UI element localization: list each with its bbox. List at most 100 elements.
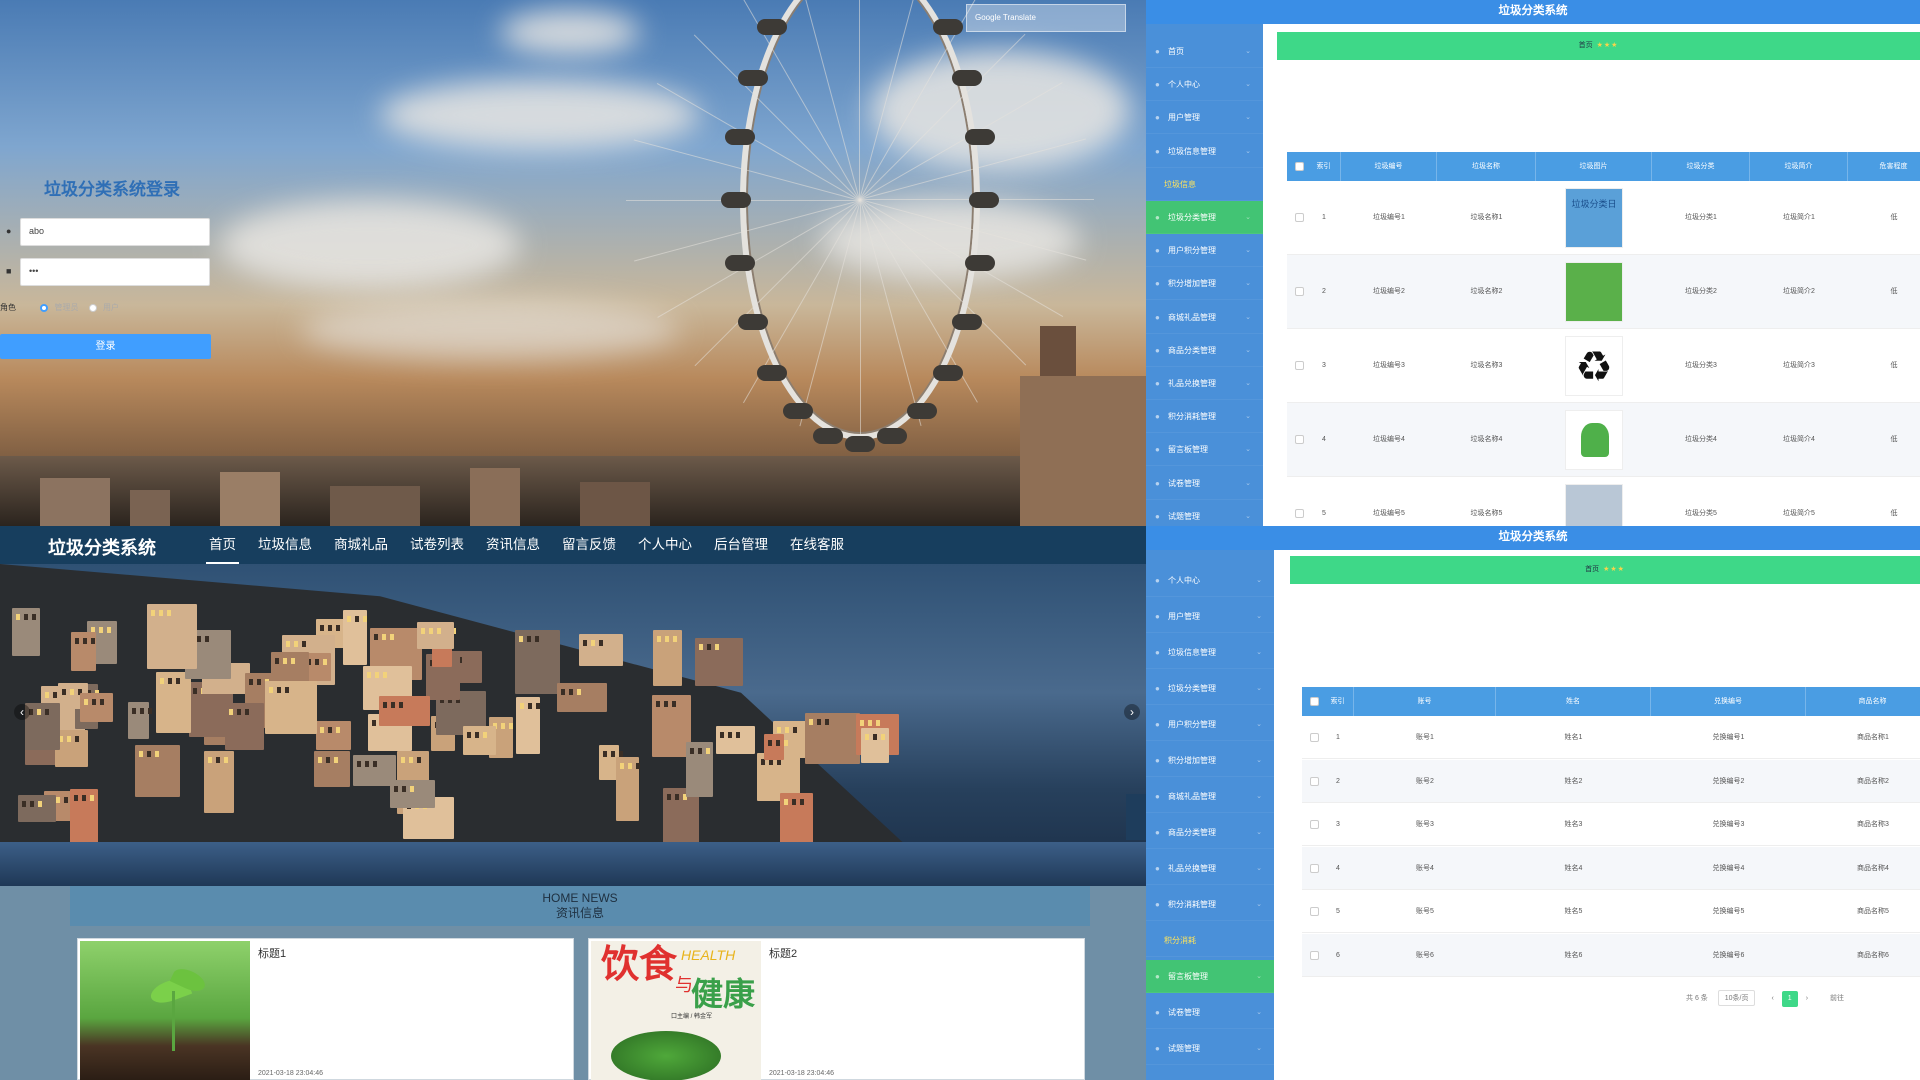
sidebar-item[interactable]: ● 商城礼品管理 ⌄ xyxy=(1146,780,1274,813)
book-title-3: 健康 xyxy=(691,976,756,1012)
column-header[interactable]: 商品名称 xyxy=(1806,687,1920,716)
column-header[interactable]: 姓名 xyxy=(1496,687,1651,716)
row-checkbox[interactable] xyxy=(1310,907,1319,917)
nav-item[interactable]: 留言反馈 xyxy=(551,526,627,564)
sidebar-item[interactable]: ● 用户管理 ⌄ xyxy=(1146,600,1274,633)
table-row[interactable]: 1 账号1 姓名1 兑换编号1 商品名称1 xyxy=(1302,716,1920,759)
nav-item[interactable]: 垃圾信息 xyxy=(247,526,323,564)
sidebar-item[interactable]: ● 礼品兑换管理 ⌄ xyxy=(1146,367,1263,400)
sidebar-item[interactable]: ● 个人中心 ⌄ xyxy=(1146,564,1274,597)
sidebar-item[interactable]: ● 礼品兑换管理 ⌄ xyxy=(1146,852,1274,885)
username-input[interactable]: abo xyxy=(20,218,210,246)
pager-page[interactable]: 1 xyxy=(1781,991,1798,1007)
table-row[interactable]: 5 垃圾编号5 垃圾名称5 垃圾分类5 垃圾简介5 低 xyxy=(1287,477,1920,526)
row-checkbox[interactable] xyxy=(1310,951,1319,960)
row-checkbox[interactable] xyxy=(1295,361,1304,370)
sidebar-item[interactable]: ● 试题管理 ⌄ xyxy=(1146,500,1263,526)
table-row[interactable]: 4 垃圾编号4 垃圾名称4 垃圾分类4 垃圾简介4 低 xyxy=(1287,403,1920,477)
nav-item[interactable]: 首页 xyxy=(198,526,247,564)
pager-next-icon[interactable]: › xyxy=(1806,995,1808,1002)
table-row[interactable]: 2 账号2 姓名2 兑换编号2 商品名称2 xyxy=(1302,759,1920,803)
sidebar-item[interactable]: ● 积分增加管理 ⌄ xyxy=(1146,267,1263,301)
table-row[interactable]: 3 账号3 姓名3 兑换编号3 商品名称3 xyxy=(1302,803,1920,847)
nav-item[interactable]: 个人中心 xyxy=(627,526,703,564)
row-checkbox[interactable] xyxy=(1310,820,1319,830)
nav-item[interactable]: 商城礼品 xyxy=(323,526,399,564)
news-card[interactable]: 饮食 与 健康 HEALTH 口主编 / 韩金军 标题2 2021-03-18 … xyxy=(588,938,1085,1080)
sidebar-item[interactable]: ● 个人中心 ⌄ xyxy=(1146,68,1263,102)
sidebar-item[interactable]: ● 积分增加管理 ⌄ xyxy=(1146,744,1274,777)
row-checkbox[interactable] xyxy=(1310,776,1319,786)
sidebar-item[interactable]: ● 试卷管理 ⌄ xyxy=(1146,996,1274,1029)
row-checkbox[interactable] xyxy=(1295,213,1304,222)
sidebar-item[interactable]: ● 用户积分管理 ⌄ xyxy=(1146,708,1274,741)
sidebar-item[interactable]: ● 商城礼品管理 ⌄ xyxy=(1146,301,1263,334)
capsule xyxy=(932,19,963,36)
sidebar-item[interactable]: ● 首页 ⌄ xyxy=(1146,35,1263,68)
pager-prev-icon[interactable]: ‹ xyxy=(1771,995,1773,1002)
sidebar-item[interactable]: ● 垃圾信息管理 ⌄ xyxy=(1146,636,1274,669)
table-row[interactable]: 6 账号6 姓名6 兑换编号6 商品名称6 xyxy=(1302,934,1920,977)
sidebar-item[interactable]: ● 商品分类管理 ⌄ xyxy=(1146,334,1263,367)
translate-widget[interactable]: Google Translate xyxy=(966,4,1126,32)
row-checkbox[interactable] xyxy=(1295,287,1304,296)
nav-item[interactable]: 试卷列表 xyxy=(399,526,475,564)
sidebar-item[interactable]: ● 垃圾信息管理 ⌄ xyxy=(1146,135,1263,168)
sidebar-item[interactable]: 积分消耗 xyxy=(1146,924,1274,957)
sidebar-item[interactable]: ● 用户积分管理 ⌄ xyxy=(1146,234,1263,268)
table-row[interactable]: 2 垃圾编号2 垃圾名称2 垃圾分类2 垃圾简介2 低 xyxy=(1287,255,1920,329)
nav-item[interactable]: 资讯信息 xyxy=(475,526,551,564)
column-header[interactable]: 垃圾分类 xyxy=(1652,152,1750,181)
sidebar-item[interactable]: ●系统管理⌄ xyxy=(1146,1068,1274,1080)
table-row[interactable]: 5 账号5 姓名5 兑换编号5 商品名称5 xyxy=(1302,890,1920,934)
news-card[interactable]: 标题1 2021-03-18 23:04:46 xyxy=(77,938,574,1080)
sidebar-item[interactable]: ● 垃圾分类管理 ⌄ xyxy=(1146,201,1263,234)
table-row[interactable]: 3 垃圾编号3 垃圾名称3 ♻ 垃圾分类3 垃圾简介3 低 xyxy=(1287,329,1920,403)
column-header[interactable]: 危害程度 xyxy=(1848,152,1920,181)
table-row[interactable]: 4 账号4 姓名4 兑换编号4 商品名称4 xyxy=(1302,846,1920,890)
password-input[interactable]: ••• xyxy=(20,258,210,286)
sidebar-item[interactable]: ● 用户管理 ⌄ xyxy=(1146,101,1263,135)
sidebar-item[interactable]: ● 积分消耗管理 ⌄ xyxy=(1146,888,1274,921)
row-checkbox[interactable] xyxy=(1295,509,1304,518)
cell: 垃圾简介2 xyxy=(1783,288,1815,295)
carousel-prev-icon[interactable]: ‹ xyxy=(14,704,30,720)
row-checkbox[interactable] xyxy=(1310,733,1319,742)
pager-size-select[interactable]: 10条/页 xyxy=(1717,990,1756,1006)
select-all-checkbox[interactable] xyxy=(1310,697,1319,706)
column-header[interactable]: 兑换编号 xyxy=(1651,687,1806,716)
column-header[interactable]: 垃圾图片 xyxy=(1536,152,1652,181)
column-header[interactable]: 垃圾编号 xyxy=(1341,152,1437,181)
sidebar-item[interactable]: ● 垃圾分类管理 ⌄ xyxy=(1146,672,1274,705)
sidebar-item[interactable]: ● 试卷管理 ⌄ xyxy=(1146,467,1263,500)
table-row[interactable]: 1 垃圾编号1 垃圾名称1 垃圾分类日 垃圾分类1 垃圾简介1 低 xyxy=(1287,181,1920,255)
column-header[interactable]: 垃圾名称 xyxy=(1437,152,1536,181)
carousel-next-icon[interactable]: › xyxy=(1124,704,1140,720)
row-checkbox[interactable] xyxy=(1295,435,1304,444)
login-button[interactable]: 登录 xyxy=(0,334,211,359)
column-header[interactable]: 索引 xyxy=(1307,152,1341,181)
sidebar-item[interactable]: ● 试题管理 ⌄ xyxy=(1146,1032,1274,1065)
select-all-checkbox[interactable] xyxy=(1295,162,1304,171)
sidebar-item[interactable]: ● 留言板管理 ⌄ xyxy=(1146,960,1274,993)
capsule xyxy=(725,128,756,145)
house xyxy=(516,697,540,754)
role-user-radio[interactable] xyxy=(88,303,97,312)
nav-item[interactable]: 在线客服 xyxy=(779,526,855,564)
side-float-tab[interactable] xyxy=(1126,794,1146,840)
row-checkbox[interactable] xyxy=(1310,863,1319,873)
nav-item[interactable]: 后台管理 xyxy=(703,526,779,564)
sidebar-item[interactable]: ● 商品分类管理 ⌄ xyxy=(1146,816,1274,849)
sidebar-item[interactable]: ● 积分消耗管理 ⌄ xyxy=(1146,400,1263,434)
sidebar-item[interactable]: ● 留言板管理 ⌄ xyxy=(1146,433,1263,467)
role-admin-radio[interactable] xyxy=(40,303,49,312)
column-header[interactable]: 索引 xyxy=(1322,687,1354,716)
column-header[interactable]: 账号 xyxy=(1354,687,1496,716)
breadcrumb-home[interactable]: 首页 xyxy=(1579,42,1593,49)
chevron-down-icon: ⌄ xyxy=(1245,280,1251,288)
banner-carousel[interactable]: ‹ › xyxy=(0,564,1146,886)
cell: 5 xyxy=(1336,908,1340,916)
sidebar-item[interactable]: 垃圾信息 xyxy=(1146,168,1263,201)
breadcrumb-home[interactable]: 首页 xyxy=(1585,566,1599,573)
column-header[interactable]: 垃圾简介 xyxy=(1750,152,1848,181)
